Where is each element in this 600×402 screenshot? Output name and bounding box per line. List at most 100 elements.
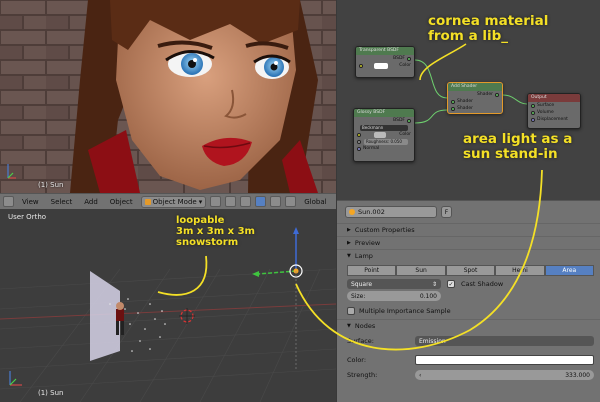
node-output-label: BSDF <box>393 118 405 123</box>
roughness-field[interactable]: Roughness: 0.050 <box>364 138 408 145</box>
socket-icon[interactable] <box>495 92 499 97</box>
color-label: Color: <box>347 356 367 364</box>
glossy-bsdf-node[interactable]: Glossy BSDF BSDF Beckmann Color Roughnes… <box>353 108 415 162</box>
section-label: Nodes <box>354 322 376 330</box>
menu-object[interactable]: Object <box>106 198 137 206</box>
socket-icon[interactable] <box>451 99 455 104</box>
socket-icon[interactable] <box>531 103 535 108</box>
node-title: Output <box>528 94 580 102</box>
transparent-bsdf-node[interactable]: Transparent BSDF BSDF Color <box>355 46 415 78</box>
scale-icon[interactable] <box>285 196 297 207</box>
section-label: Custom Properties <box>354 226 415 234</box>
rendered-face-image <box>0 0 336 193</box>
node-output-label: BSDF <box>393 56 405 61</box>
node-title: Add Shader <box>448 83 502 91</box>
socket-icon[interactable] <box>359 63 363 68</box>
node-title: Glossy BSDF <box>354 109 414 117</box>
editor-type-icon[interactable] <box>3 196 14 207</box>
section-label: Preview <box>354 239 381 247</box>
scene-viewport-graphics <box>0 227 336 402</box>
tab-spot[interactable]: Spot <box>445 265 496 276</box>
manipulator-icon[interactable] <box>240 196 252 207</box>
add-shader-node[interactable]: Add Shader Shader Shader Shader <box>447 82 503 114</box>
surface-shader-select[interactable]: Emission <box>415 336 594 346</box>
node-input-label: Displacement <box>537 117 568 122</box>
tab-point[interactable]: Point <box>347 265 397 276</box>
strength-label: Strength: <box>347 371 378 379</box>
surface-row: Surface: Emission <box>347 335 594 347</box>
menu-add[interactable]: Add <box>80 198 102 206</box>
color-swatch[interactable] <box>374 62 389 69</box>
render-view[interactable]: (1) Sun <box>0 0 336 193</box>
nodes-header[interactable]: ▼ Nodes <box>337 319 600 332</box>
distribution-select[interactable]: Beckmann <box>360 124 408 131</box>
cast-shadow-checkbox[interactable]: ✓ <box>447 280 455 288</box>
collapse-triangle-icon: ▼ <box>347 253 351 259</box>
mode-select[interactable]: Object Mode ▾ <box>140 195 207 208</box>
node-color-label: Color <box>399 132 411 137</box>
object-mode-icon <box>144 198 151 205</box>
node-input-label: Shader <box>457 99 473 104</box>
surface-label: Surface: <box>347 337 374 345</box>
view3d-header: View Select Add Object Object Mode ▾ Glo… <box>0 193 336 209</box>
size-label: Size: <box>351 292 366 300</box>
preview-header[interactable]: ▶ Preview <box>337 236 600 249</box>
properties-panel: Sun.002 F ▶ Custom Properties ▶ Preview … <box>337 200 600 402</box>
view3d-viewport[interactable]: User Ortho (1) Sun <box>0 209 336 402</box>
chevron-updown-icon: ⇕ <box>431 280 437 288</box>
node-title: Transparent BSDF <box>356 47 414 55</box>
menu-view[interactable]: View <box>18 198 43 206</box>
blender-screen: (1) Sun View Select Add Object Object Mo… <box>0 0 600 402</box>
socket-icon[interactable] <box>531 110 535 115</box>
lamp-icon <box>349 209 355 215</box>
size-value: 0.100 <box>419 292 437 300</box>
chevron-down-icon: ▾ <box>198 197 203 206</box>
cast-shadow-label: Cast Shadow <box>461 280 504 288</box>
mode-label: Object Mode <box>152 197 197 206</box>
emission-color-swatch[interactable] <box>415 355 594 365</box>
rotate-icon[interactable] <box>270 196 282 207</box>
fake-user-button[interactable]: F <box>441 206 452 218</box>
expand-triangle-icon: ▶ <box>347 227 351 233</box>
node-output-label: Shader <box>477 92 493 97</box>
tab-area[interactable]: Area <box>544 265 595 276</box>
size-field[interactable]: Size: 0.100 <box>347 291 441 301</box>
strength-value: 333.000 <box>565 371 590 379</box>
lamp-header[interactable]: ▼ Lamp <box>337 249 600 262</box>
lamp-name-field[interactable]: Sun.002 <box>345 206 437 218</box>
shading-icon[interactable] <box>210 196 222 207</box>
socket-icon[interactable] <box>451 106 455 111</box>
socket-icon[interactable] <box>357 146 361 151</box>
strength-field[interactable]: ‹ 333.000 <box>415 370 594 380</box>
socket-icon[interactable] <box>357 139 361 144</box>
node-normal-label: Normal <box>363 146 380 151</box>
axis-gizmo-icon <box>4 160 18 186</box>
socket-icon[interactable] <box>531 117 535 122</box>
strength-row: Strength: ‹ 333.000 <box>347 369 594 381</box>
annotation-snowstorm: loopable 3m x 3m x 3m snowstorm <box>176 215 255 248</box>
object-name-row: Sun.002 F <box>337 201 600 223</box>
tab-sun[interactable]: Sun <box>396 265 446 276</box>
socket-icon[interactable] <box>407 56 411 61</box>
pivot-icon[interactable] <box>225 196 237 207</box>
decrement-arrow-icon: ‹ <box>419 371 422 379</box>
tab-hemi[interactable]: Hemi <box>495 265 545 276</box>
shape-select[interactable]: Square ⇕ <box>347 279 441 289</box>
lamp-name-text: Sun.002 <box>358 208 385 216</box>
translate-icon[interactable] <box>255 196 267 207</box>
viewport-object-label: (1) Sun <box>38 181 64 189</box>
color-swatch[interactable] <box>374 131 387 138</box>
viewport-title: User Ortho <box>8 213 47 221</box>
socket-icon[interactable] <box>407 118 411 123</box>
node-input-label: Volume <box>537 110 554 115</box>
section-label: Lamp <box>354 252 373 260</box>
material-output-node[interactable]: Output Surface Volume Displacement <box>527 93 581 129</box>
orientation-select[interactable]: Global <box>300 198 330 206</box>
menu-select[interactable]: Select <box>47 198 77 206</box>
annotation-area-light: area light as a sun stand-in <box>463 131 573 162</box>
custom-properties-header[interactable]: ▶ Custom Properties <box>337 223 600 236</box>
multiple-importance-checkbox[interactable] <box>347 307 355 315</box>
size-row: Size: 0.100 <box>347 291 594 301</box>
viewport-object-label: (1) Sun <box>38 389 64 397</box>
socket-icon[interactable] <box>357 132 361 137</box>
